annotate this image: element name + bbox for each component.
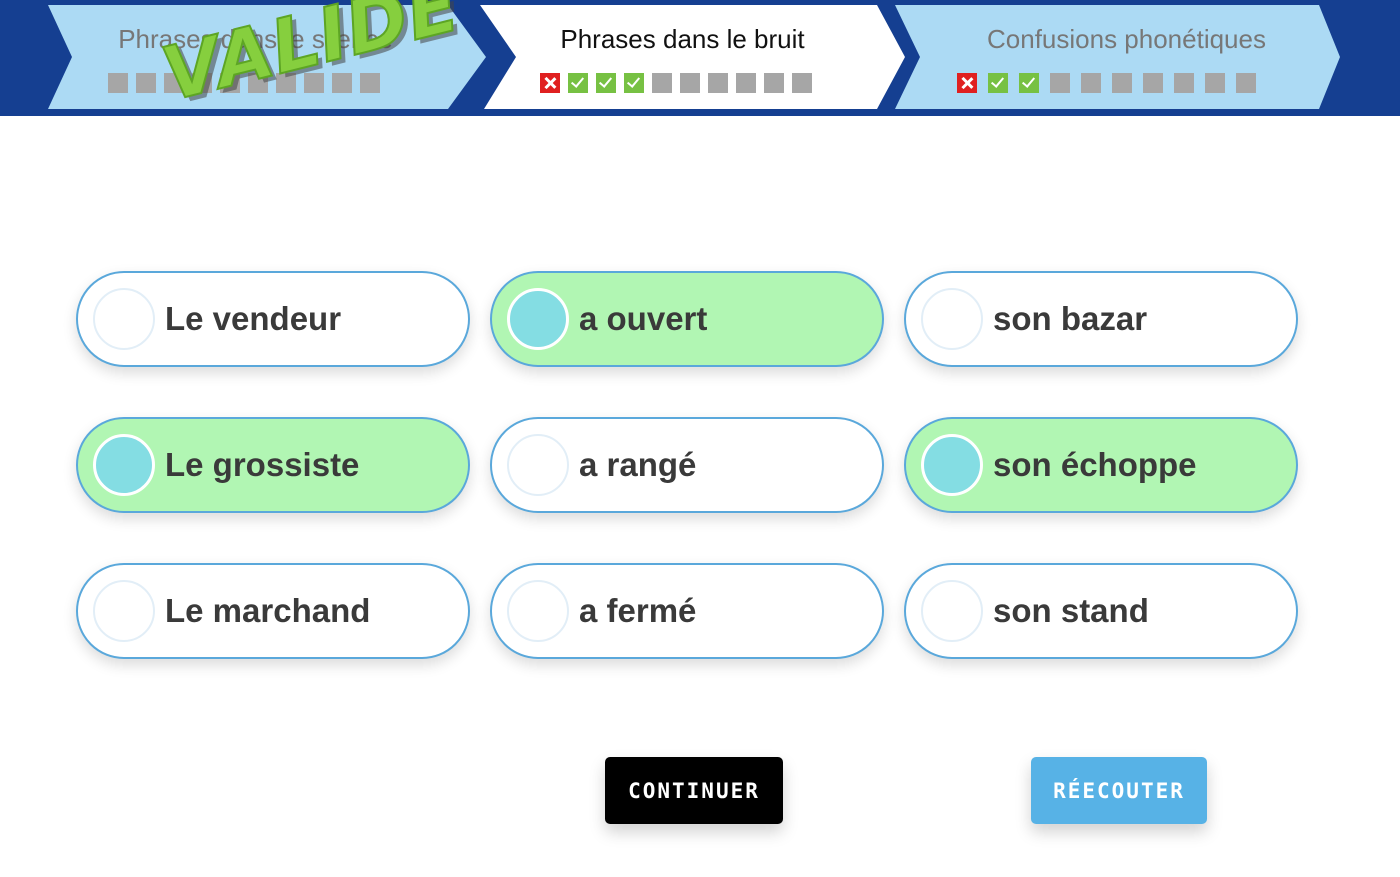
radio-circle[interactable] — [921, 580, 983, 642]
mark-empty — [736, 73, 756, 93]
choice-label: a rangé — [579, 446, 697, 483]
step-chevron-shape — [480, 5, 905, 109]
radio-circle[interactable] — [93, 580, 155, 642]
choice-le-grossiste[interactable]: Le grossiste — [76, 417, 470, 513]
choice-a-range[interactable]: a rangé — [490, 417, 884, 513]
mark-empty — [764, 73, 784, 93]
choice-son-echoppe[interactable]: son échoppe — [904, 417, 1298, 513]
step-title: Phrases dans le bruit — [560, 24, 805, 54]
mark-empty — [1112, 73, 1132, 93]
choice-son-bazar[interactable]: son bazar — [904, 271, 1298, 367]
step-phrases-silence: Phrases dans le silence VALIDÉ — [48, 0, 486, 119]
choice-label: son stand — [993, 592, 1149, 629]
choice-son-stand[interactable]: son stand — [904, 563, 1298, 659]
choice-label: Le vendeur — [165, 300, 342, 337]
step-confusions-phonetiques: Confusions phonétiques — [895, 5, 1340, 109]
choice-a-ouvert[interactable]: a ouvert — [490, 271, 884, 367]
mark-correct-icon — [1019, 73, 1039, 93]
choice-label: son bazar — [993, 300, 1148, 337]
mark-correct-icon — [988, 73, 1008, 93]
mark-wrong-icon — [957, 73, 977, 93]
choice-label: a fermé — [579, 592, 697, 629]
mark-empty — [792, 73, 812, 93]
radio-circle[interactable] — [921, 434, 983, 496]
mark-empty — [708, 73, 728, 93]
replay-button[interactable]: RÉECOUTER — [1031, 757, 1207, 824]
choice-label: son échoppe — [993, 446, 1197, 483]
mark-empty — [680, 73, 700, 93]
radio-circle[interactable] — [93, 288, 155, 350]
radio-circle[interactable] — [507, 288, 569, 350]
choice-label: a ouvert — [579, 300, 708, 337]
continue-button[interactable]: CONTINUER — [605, 757, 783, 824]
step-marks — [540, 73, 812, 93]
progress-header: Phrases dans le silence VALIDÉ Phrases d… — [0, 0, 1400, 119]
mark-empty — [652, 73, 672, 93]
mark-empty — [108, 73, 128, 93]
mark-empty — [1236, 73, 1256, 93]
step-phrases-bruit: Phrases dans le bruit — [480, 5, 905, 109]
choice-a-ferme[interactable]: a fermé — [490, 563, 884, 659]
radio-circle[interactable] — [921, 288, 983, 350]
radio-circle[interactable] — [507, 580, 569, 642]
step-chevron-shape — [895, 5, 1340, 109]
choice-le-marchand[interactable]: Le marchand — [76, 563, 470, 659]
mark-empty — [1143, 73, 1163, 93]
radio-circle[interactable] — [93, 434, 155, 496]
radio-circle[interactable] — [507, 434, 569, 496]
mark-empty — [1050, 73, 1070, 93]
mark-wrong-icon — [540, 73, 560, 93]
choice-label: Le grossiste — [165, 446, 360, 483]
mark-correct-icon — [624, 73, 644, 93]
choice-label: Le marchand — [165, 592, 371, 629]
mark-empty — [1081, 73, 1101, 93]
mark-empty — [360, 73, 380, 93]
mark-empty — [136, 73, 156, 93]
choice-le-vendeur[interactable]: Le vendeur — [76, 271, 470, 367]
mark-empty — [1174, 73, 1194, 93]
mark-correct-icon — [596, 73, 616, 93]
step-marks — [957, 73, 1256, 93]
choice-grid: Le vendeur a ouvert son bazar Le grossis… — [76, 271, 1298, 659]
mark-correct-icon — [568, 73, 588, 93]
step-title: Confusions phonétiques — [987, 24, 1266, 54]
mark-empty — [1205, 73, 1225, 93]
